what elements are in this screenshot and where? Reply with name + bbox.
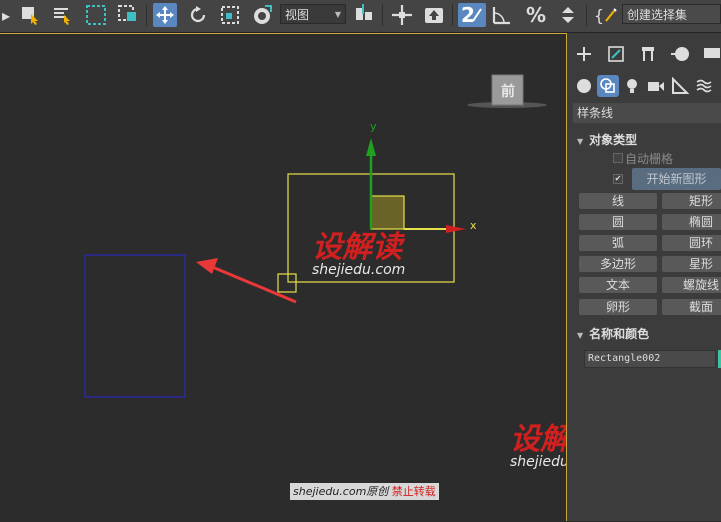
- chevron-down-icon: ▼: [334, 10, 341, 19]
- named-selection-set-value: 创建选择集: [627, 8, 688, 22]
- scale-tool-icon[interactable]: [218, 3, 242, 27]
- helpers-icon[interactable]: [669, 75, 691, 97]
- object-type-title: 对象类型: [589, 133, 638, 147]
- annotation-arrow: [209, 264, 297, 304]
- arc-button[interactable]: 弧: [579, 235, 657, 251]
- percent-snap-icon[interactable]: %: [524, 3, 548, 27]
- main-toolbar: ▸ 视图 ▼ 2 % {创建选择集: [0, 0, 721, 33]
- space-warps-icon[interactable]: [693, 75, 715, 97]
- geometry-sphere-icon[interactable]: [573, 75, 595, 97]
- reference-coordinate-value: 视图: [285, 8, 310, 22]
- toolbar-menu-arrow[interactable]: ▸: [0, 3, 18, 27]
- shapes-icon[interactable]: [597, 75, 619, 97]
- axis-x-label: x: [470, 219, 477, 232]
- footer-credit: shejiedu.com原创 禁止转载: [290, 483, 439, 500]
- keyboard-shortcut-override-icon[interactable]: [422, 3, 446, 27]
- hierarchy-tab-icon[interactable]: [637, 43, 659, 65]
- annotation-arrow-head-icon: [196, 258, 218, 274]
- footer-forbid: 禁止转载: [391, 485, 436, 498]
- shape-category-value: 样条线: [577, 106, 614, 120]
- axis-y-label: y: [370, 120, 377, 133]
- rotate-tool-icon[interactable]: [186, 3, 210, 27]
- command-panel: 样条线 ▼ 对象类型 自动栅格 ✔ 开始新图形 线 矩形 圆 椭圆 弧 圆环 多边…: [567, 33, 721, 521]
- window-crossing-icon[interactable]: [116, 3, 140, 27]
- move-tool-icon[interactable]: [153, 3, 177, 27]
- shape-category-dropdown[interactable]: 样条线: [573, 103, 721, 123]
- donut-button[interactable]: 圆环: [662, 235, 721, 251]
- helix-button[interactable]: 螺旋线: [662, 277, 721, 293]
- start-new-shape-checkbox[interactable]: ✔: [613, 174, 623, 184]
- place-tool-icon[interactable]: [250, 3, 274, 27]
- angle-snap-icon[interactable]: [490, 3, 514, 27]
- object-name-input[interactable]: Rectangle002: [584, 350, 716, 368]
- section-button[interactable]: 截面: [662, 299, 721, 315]
- select-by-name-icon[interactable]: [50, 3, 74, 27]
- display-tab-icon[interactable]: [701, 43, 721, 65]
- star-button[interactable]: 星形: [662, 256, 721, 272]
- collapse-triangle-icon: ▼: [577, 331, 584, 340]
- lights-bulb-icon[interactable]: [621, 75, 643, 97]
- y-axis-arrow-icon: [366, 138, 376, 156]
- viewport-front[interactable]: 前 y x 设解读 shejiedu.com 设解读 shejiedu.com …: [0, 33, 603, 522]
- line-button[interactable]: 线: [579, 193, 657, 209]
- ellipse-button[interactable]: 椭圆: [662, 214, 721, 230]
- egg-button[interactable]: 卵形: [579, 299, 657, 315]
- watermark-center: 设解读 shejiedu.com: [312, 222, 405, 278]
- circle-button[interactable]: 圆: [579, 214, 657, 230]
- modify-tab-icon[interactable]: [605, 43, 627, 65]
- watermark-center-cn: 设解读: [312, 230, 402, 265]
- select-object-icon[interactable]: [18, 3, 42, 27]
- reference-coordinate-dropdown[interactable]: 视图 ▼: [280, 4, 346, 24]
- x-axis-arrow-icon: [446, 225, 466, 233]
- name-color-rollout-header[interactable]: ▼ 名称和颜色: [577, 325, 649, 342]
- pivot-point-icon[interactable]: [352, 3, 376, 27]
- ngon-button[interactable]: 多边形: [579, 256, 657, 272]
- viewport-canvas: [84, 74, 547, 398]
- edit-named-selection-icon[interactable]: {: [592, 3, 620, 27]
- rectangle-shape[interactable]: [84, 254, 186, 398]
- select-manipulate-icon[interactable]: [390, 3, 414, 27]
- rectangular-selection-icon[interactable]: [84, 3, 108, 27]
- object-type-rollout-header[interactable]: ▼ 对象类型: [577, 131, 637, 148]
- watermark-center-url: shejiedu.com: [312, 262, 406, 278]
- footer-source: shejiedu.com原创: [293, 485, 389, 498]
- start-new-shape-button[interactable]: 开始新图形: [632, 168, 721, 190]
- motion-tab-icon[interactable]: [669, 43, 691, 65]
- auto-grid-checkbox[interactable]: [613, 153, 623, 163]
- named-selection-set-dropdown[interactable]: 创建选择集: [622, 4, 721, 24]
- snap-toggle-button[interactable]: 2: [458, 3, 486, 27]
- rectangle-button[interactable]: 矩形: [662, 193, 721, 209]
- create-tab-plus-icon[interactable]: [573, 43, 595, 65]
- cameras-icon[interactable]: [645, 75, 667, 97]
- pivot-box: [277, 273, 297, 293]
- spinner-snap-icon[interactable]: [556, 3, 580, 27]
- text-button[interactable]: 文本: [579, 277, 657, 293]
- viewcube-label: 前: [501, 84, 515, 100]
- collapse-triangle-icon: ▼: [577, 137, 584, 146]
- name-color-title: 名称和颜色: [589, 327, 650, 341]
- auto-grid-label: 自动栅格: [625, 152, 674, 166]
